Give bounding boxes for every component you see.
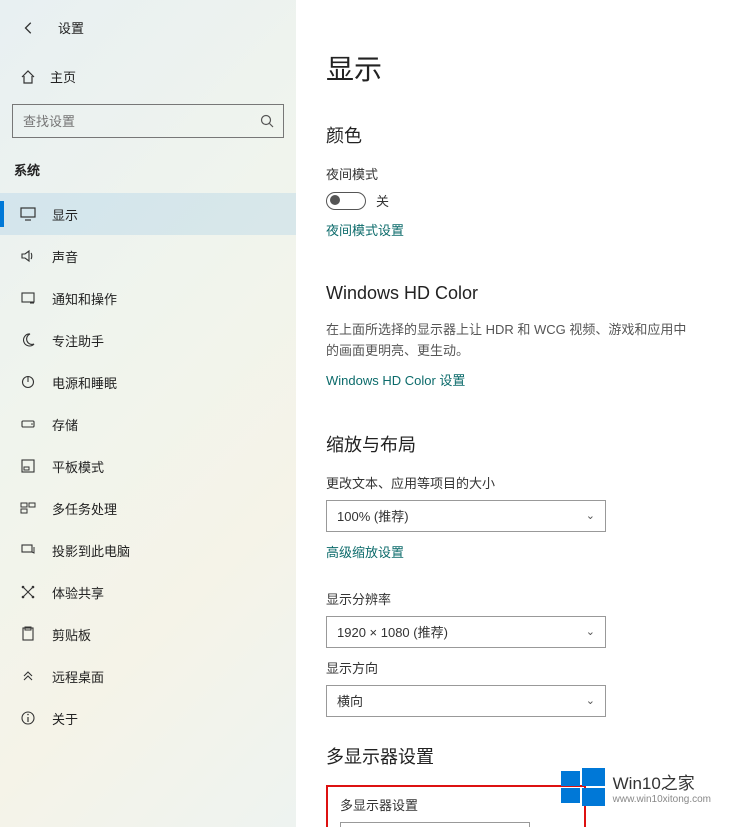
hd-settings-link[interactable]: Windows HD Color 设置 xyxy=(326,370,465,389)
nav-label: 专注助手 xyxy=(52,331,104,350)
notification-icon xyxy=(20,290,36,306)
sidebar-item-tablet[interactable]: 平板模式 xyxy=(0,445,296,487)
watermark: Win10之家 www.win10xitong.com xyxy=(561,765,711,809)
scale-heading: 缩放与布局 xyxy=(326,431,689,457)
hd-heading: Windows HD Color xyxy=(326,283,689,304)
sidebar-item-about[interactable]: 关于 xyxy=(0,697,296,739)
topbar: 设置 xyxy=(0,18,296,57)
clipboard-icon xyxy=(20,626,36,642)
select-value: 1920 × 1080 (推荐) xyxy=(337,622,448,641)
tablet-icon xyxy=(20,458,36,474)
nav-label: 平板模式 xyxy=(52,457,104,476)
settings-title: 设置 xyxy=(58,18,84,37)
text-size-select[interactable]: 100% (推荐) ⌄ xyxy=(326,500,606,532)
power-icon xyxy=(20,374,36,390)
share-icon xyxy=(20,584,36,600)
hd-desc: 在上面所选择的显示器上让 HDR 和 WCG 视频、游戏和应用中的画面更明亮、更… xyxy=(326,320,689,362)
speaker-icon xyxy=(20,248,36,264)
sidebar-item-focus[interactable]: 专注助手 xyxy=(0,319,296,361)
select-value: 横向 xyxy=(337,691,363,710)
text-size-label: 更改文本、应用等项目的大小 xyxy=(326,473,689,492)
night-mode-toggle[interactable] xyxy=(326,192,366,210)
orientation-label: 显示方向 xyxy=(326,658,689,677)
adv-scale-link[interactable]: 高级缩放设置 xyxy=(326,542,404,561)
info-icon xyxy=(20,710,36,726)
chevron-down-icon: ⌄ xyxy=(586,625,595,638)
resolution-label: 显示分辨率 xyxy=(326,589,689,608)
monitor-icon xyxy=(20,206,36,222)
color-heading: 颜色 xyxy=(326,122,689,148)
storage-icon xyxy=(20,416,36,432)
page-title: 显示 xyxy=(326,48,689,88)
nav-label: 显示 xyxy=(52,205,78,224)
nav-label: 存储 xyxy=(52,415,78,434)
nav-label: 体验共享 xyxy=(52,583,104,602)
sidebar-item-project[interactable]: 投影到此电脑 xyxy=(0,529,296,571)
sidebar-item-storage[interactable]: 存储 xyxy=(0,403,296,445)
section-title: 系统 xyxy=(0,156,296,193)
sidebar-item-remote[interactable]: 远程桌面 xyxy=(0,655,296,697)
nav-label: 远程桌面 xyxy=(52,667,104,686)
sidebar-home[interactable]: 主页 xyxy=(0,57,296,96)
toggle-state: 关 xyxy=(376,191,389,210)
highlight-box: 多显示器设置 扩展这些显示器 ⌄ 设为主显示器 xyxy=(326,785,586,827)
nav-label: 电源和睡眠 xyxy=(52,373,117,392)
sidebar-item-display[interactable]: 显示 xyxy=(0,193,296,235)
back-icon[interactable] xyxy=(22,21,36,35)
moon-icon xyxy=(20,332,36,348)
sidebar-item-sound[interactable]: 声音 xyxy=(0,235,296,277)
chevron-down-icon: ⌄ xyxy=(586,509,595,522)
chevron-down-icon: ⌄ xyxy=(586,694,595,707)
sidebar-item-clipboard[interactable]: 剪贴板 xyxy=(0,613,296,655)
home-label: 主页 xyxy=(50,67,76,86)
nav-label: 剪贴板 xyxy=(52,625,91,644)
multi-label: 多显示器设置 xyxy=(340,795,572,814)
remote-icon xyxy=(20,668,36,684)
home-icon xyxy=(20,69,36,85)
search-field[interactable] xyxy=(23,114,259,129)
project-icon xyxy=(20,542,36,558)
night-mode-label: 夜间模式 xyxy=(326,164,689,183)
select-value: 100% (推荐) xyxy=(337,506,409,525)
windows-logo-icon xyxy=(561,765,605,809)
sidebar: 设置 主页 系统 显示 声音 通知和操作 xyxy=(0,0,296,827)
multi-display-select[interactable]: 扩展这些显示器 ⌄ xyxy=(340,822,530,827)
watermark-url: www.win10xitong.com xyxy=(613,794,711,805)
resolution-select[interactable]: 1920 × 1080 (推荐) ⌄ xyxy=(326,616,606,648)
nav-label: 投影到此电脑 xyxy=(52,541,130,560)
sidebar-item-notifications[interactable]: 通知和操作 xyxy=(0,277,296,319)
nav-label: 多任务处理 xyxy=(52,499,117,518)
sidebar-item-multitask[interactable]: 多任务处理 xyxy=(0,487,296,529)
multitask-icon xyxy=(20,500,36,516)
night-mode-settings-link[interactable]: 夜间模式设置 xyxy=(326,220,404,239)
nav-label: 通知和操作 xyxy=(52,289,117,308)
sidebar-item-power[interactable]: 电源和睡眠 xyxy=(0,361,296,403)
watermark-title: Win10之家 xyxy=(613,769,711,794)
nav-label: 关于 xyxy=(52,709,78,728)
search-icon xyxy=(259,113,275,129)
search-input[interactable] xyxy=(12,104,284,138)
orientation-select[interactable]: 横向 ⌄ xyxy=(326,685,606,717)
main-panel: 显示 颜色 夜间模式 关 夜间模式设置 Windows HD Color 在上面… xyxy=(296,0,729,827)
sidebar-item-share[interactable]: 体验共享 xyxy=(0,571,296,613)
nav-label: 声音 xyxy=(52,247,78,266)
